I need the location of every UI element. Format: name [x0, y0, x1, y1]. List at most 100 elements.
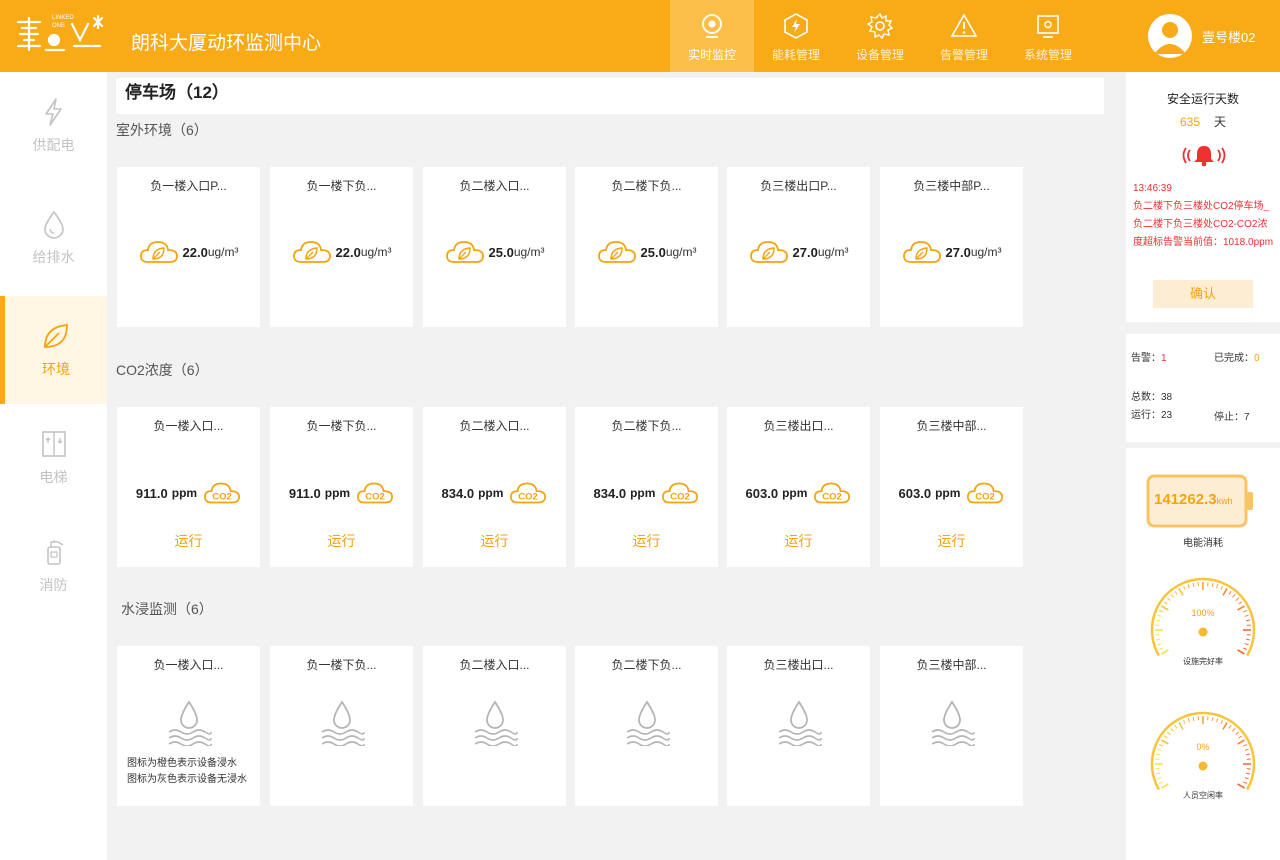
water-drop-icon: [43, 210, 64, 239]
co2-card[interactable]: 负一楼入口... 911.0 ppm CO2 运行: [117, 407, 260, 567]
co2-reading: 911.0 ppm CO2: [270, 479, 413, 507]
card-title: 负二楼下负...: [611, 658, 682, 672]
status-label: 运行: [632, 533, 661, 549]
cloud-co2-icon: CO2: [662, 482, 699, 504]
nav-label: 系统管理: [1023, 48, 1072, 62]
section-title-water: 水浸监测（6）: [121, 601, 213, 617]
env-value: 25.0: [488, 244, 514, 260]
svg-text:CO2: CO2: [365, 492, 385, 503]
svg-text:CO2: CO2: [212, 492, 232, 503]
water-card[interactable]: 负二楼下负...: [575, 646, 718, 806]
energy-unit: kwh: [1216, 496, 1233, 506]
co2-card[interactable]: 负一楼下负... 911.0 ppm CO2 运行: [270, 407, 413, 567]
safe-days-title: 安全运行天数: [1166, 92, 1239, 106]
card-title: 负一楼下负...: [306, 419, 377, 433]
elevator-icon: [41, 431, 66, 457]
sidebar-item-label: 给排水: [32, 249, 75, 265]
svg-text:CO2: CO2: [519, 492, 539, 503]
env-unit: ug/m³: [207, 245, 239, 259]
water-card[interactable]: 负二楼入口...: [423, 646, 566, 806]
logo-icon: LINKED ONE: [16, 14, 104, 52]
nav-realtime-monitor[interactable]: 实时监控: [670, 0, 754, 72]
sidebar-item-environment[interactable]: 环境: [0, 296, 107, 404]
card-title: 负一楼入口...: [153, 419, 224, 433]
env-card[interactable]: 负一楼下负... 22.0 ug/m³: [270, 167, 413, 327]
env-unit: ug/m³: [817, 245, 849, 259]
water-card[interactable]: 负一楼下负...: [270, 646, 413, 806]
confirm-button[interactable]: 确认: [1153, 280, 1253, 308]
alarm-message: 13:46:39 负二楼下负三楼处CO2停车场_负二楼下负三楼处CO2-CO2浓…: [1133, 180, 1277, 252]
section-title-co2: CO2浓度（6）: [116, 362, 209, 378]
card-title: 负二楼下负...: [611, 419, 682, 433]
energy-icon: [784, 13, 808, 39]
stat-done: 已完成：0: [1214, 349, 1260, 364]
co2-value: 603.0: [745, 485, 779, 501]
stat-value: 38: [1161, 392, 1173, 403]
water-leak-icon: [168, 700, 212, 746]
nav-system[interactable]: 系统管理: [1006, 0, 1090, 72]
gear-icon: [866, 12, 894, 40]
env-value: 27.0: [945, 244, 971, 260]
co2-card[interactable]: 负三楼出口... 603.0 ppm CO2 运行: [727, 407, 870, 567]
warning-icon: [950, 13, 978, 37]
co2-reading: 603.0 ppm CO2: [727, 479, 870, 507]
co2-card[interactable]: 负二楼入口... 834.0 ppm CO2 运行: [423, 407, 566, 567]
card-title: 负二楼入口...: [459, 658, 530, 672]
water-card[interactable]: 负三楼中部...: [880, 646, 1023, 806]
co2-card[interactable]: 负三楼中部... 603.0 ppm CO2 运行: [880, 407, 1023, 567]
facility-gauge-label: 设施完好率: [1183, 657, 1223, 666]
sidebar-item-label: 消防: [39, 577, 68, 593]
status-label: 运行: [174, 533, 203, 549]
env-card[interactable]: 负三楼中部P... 27.0 ug/m³: [880, 167, 1023, 327]
svg-text:LINKED: LINKED: [52, 15, 74, 21]
status-label: 运行: [937, 533, 966, 549]
sidebar-item-water[interactable]: 给排水: [0, 184, 107, 292]
card-title: 负三楼出口...: [763, 658, 834, 672]
co2-reading: 911.0 ppm CO2: [117, 479, 260, 507]
sidebar-item-elevator[interactable]: 电梯: [0, 404, 107, 512]
sidebar-item-label: 供配电: [32, 137, 75, 153]
env-card[interactable]: 负二楼下负... 25.0 ug/m³: [575, 167, 718, 327]
env-reading: 22.0 ug/m³: [117, 237, 260, 267]
stat-label: 总数：: [1131, 392, 1161, 403]
user-icon: [1154, 22, 1186, 54]
card-title: 负一楼下负...: [306, 179, 377, 193]
alarm-bell-icon: [1182, 146, 1226, 167]
sidebar-item-power[interactable]: 供配电: [0, 72, 107, 180]
stat-label: 已完成：: [1214, 353, 1254, 364]
nav-device[interactable]: 设备管理: [838, 0, 922, 72]
water-leak-icon: [931, 700, 975, 746]
water-card[interactable]: 负一楼入口... 图标为橙色表示设备浸水 图标为灰色表示设备无浸水: [117, 646, 260, 806]
card-title: 负三楼中部P...: [913, 179, 990, 193]
cloud-co2-icon: CO2: [204, 482, 241, 504]
stats-panel: 告警：1 已完成：0 总数：38 运行：23 停止：7: [1126, 334, 1280, 442]
water-card[interactable]: 负三楼出口...: [727, 646, 870, 806]
env-card[interactable]: 负二楼入口... 25.0 ug/m³: [423, 167, 566, 327]
env-card[interactable]: 负一楼入口P... 22.0 ug/m³: [117, 167, 260, 327]
legend-line: 图标为橙色表示设备浸水: [127, 758, 237, 769]
card-title: 负二楼入口...: [459, 419, 530, 433]
idle-gauge: [1150, 711, 1256, 791]
lightning-icon: [44, 98, 62, 126]
water-legend: 图标为橙色表示设备浸水 图标为灰色表示设备无浸水: [127, 756, 247, 788]
sidebar-item-label: 环境: [42, 361, 70, 377]
sidebar-item-fire[interactable]: 消防: [0, 512, 107, 620]
cloud-co2-icon: CO2: [814, 482, 851, 504]
env-card[interactable]: 负三楼出口P... 27.0 ug/m³: [727, 167, 870, 327]
status-label: 运行: [480, 533, 509, 549]
user-menu[interactable]: 壹号楼02: [1148, 14, 1255, 58]
cloud-leaf-icon: [902, 241, 941, 263]
app-title: 朗科大厦动环监测中心: [131, 32, 322, 54]
env-unit: ug/m³: [360, 245, 392, 259]
avatar[interactable]: [1148, 14, 1192, 58]
env-reading: 25.0 ug/m³: [423, 237, 566, 267]
legend-line: 图标为灰色表示设备无浸水: [127, 774, 247, 785]
stat-total: 总数：38: [1131, 388, 1172, 403]
nav-alarm[interactable]: 告警管理: [922, 0, 1006, 72]
env-unit: ug/m³: [665, 245, 697, 259]
water-leak-icon: [321, 700, 365, 746]
co2-card[interactable]: 负二楼下负... 834.0 ppm CO2 运行: [575, 407, 718, 567]
stat-alarm: 告警：1: [1131, 349, 1167, 364]
stat-value: 7: [1244, 412, 1250, 423]
nav-energy[interactable]: 能耗管理: [754, 0, 838, 72]
